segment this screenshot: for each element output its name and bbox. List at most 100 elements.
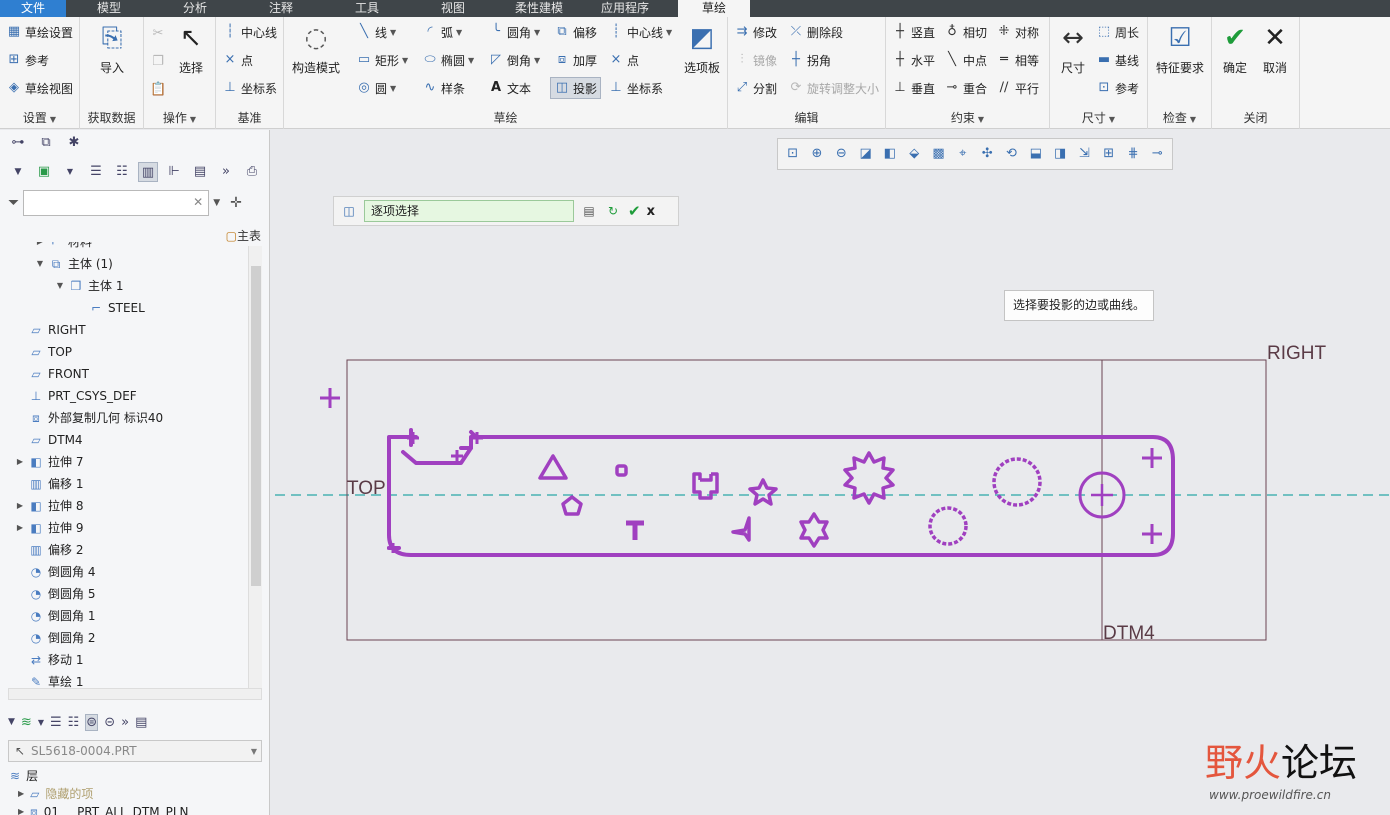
thicken-button[interactable]: ⧈ 加厚: [554, 49, 597, 71]
layer-collapse-chevron-icon[interactable]: ▼: [8, 717, 15, 727]
expand-chevron-icon[interactable]: ▼: [34, 253, 46, 275]
tree-item[interactable]: ◔ 倒圆角 2: [14, 627, 96, 649]
layer-item[interactable]: ≋ 层: [10, 766, 38, 786]
datum-display-icon[interactable]: ✣: [977, 143, 998, 165]
show-details-icon[interactable]: ⎙: [242, 162, 262, 182]
tree-item[interactable]: ⇄ 移动 1: [14, 649, 83, 671]
tree-item[interactable]: ⌐ STEEL: [74, 297, 145, 319]
datum-plane-frame[interactable]: [346, 359, 1267, 641]
ribbon-group-label-operations[interactable]: 操作 ▼: [144, 109, 215, 126]
menu-tab-flexible-modeling[interactable]: 柔性建模: [496, 0, 582, 17]
layer-settings-icon[interactable]: ▤: [135, 715, 147, 730]
palette-button[interactable]: ◩ 选项板: [682, 21, 722, 76]
display-style-icon[interactable]: ◧: [879, 143, 900, 165]
sketch-csys-button[interactable]: ⊥ 坐标系: [608, 77, 663, 99]
datum-point-button[interactable]: × 点: [222, 49, 253, 71]
datum-centerline-button[interactable]: ┆ 中心线: [222, 21, 277, 43]
spin-center-icon[interactable]: ⟲: [1001, 143, 1022, 165]
tree-item[interactable]: ▼ ⧉ 主体 (1): [34, 253, 113, 275]
menu-tab-model[interactable]: 模型: [66, 0, 152, 17]
perspective-icon[interactable]: ⌖: [952, 143, 973, 165]
graphics-window[interactable]: RIGHT TOP DTM4 ⊡ ⊕ ⊖ ◪ ◧ ⬙ ▩ ⌖ ✣ ⟲ ⬓ ◨ ⇲…: [271, 130, 1390, 815]
fillet-button[interactable]: ╰ 圆角 ▼: [488, 21, 540, 43]
tree-item[interactable]: ▶ ◧ 拉伸 8: [14, 495, 84, 517]
selection-collector[interactable]: 逐项选择: [364, 200, 574, 222]
layer-item[interactable]: ▶ ▱ 隐藏的项: [18, 784, 93, 804]
equal-constraint-button[interactable]: ═ 相等: [996, 49, 1039, 71]
tree-collapse-chevron-icon[interactable]: ▼: [8, 162, 28, 182]
tree-item[interactable]: ▶ ⌐ 材料: [34, 242, 92, 253]
tree-filter-icon[interactable]: ⊩: [164, 162, 184, 182]
references-button[interactable]: ⊞ 参考: [6, 49, 49, 71]
sketch-canvas[interactable]: [271, 130, 1390, 815]
layer-collapse-icon[interactable]: ☷: [68, 715, 80, 730]
menu-tab-view[interactable]: 视图: [410, 0, 496, 17]
tree-item[interactable]: ▥ 偏移 1: [14, 473, 83, 495]
clear-icon[interactable]: ✕: [193, 195, 203, 209]
sketch-setup-button[interactable]: ▦ 草绘设置: [6, 21, 73, 43]
dashboard-cancel-button[interactable]: x: [647, 204, 655, 219]
chamfer-button[interactable]: ◸ 倒角 ▼: [488, 49, 540, 71]
hexagram-shape[interactable]: [799, 512, 829, 548]
corner-button[interactable]: ┼ 拐角: [788, 49, 831, 71]
baseline-button[interactable]: ▬ 基线: [1096, 49, 1139, 71]
favorites-tab-icon[interactable]: ✱: [64, 134, 84, 152]
saved-orientations-icon[interactable]: ⬙: [904, 143, 925, 165]
gear-shape-small[interactable]: [928, 506, 968, 546]
tree-horizontal-scrollbar[interactable]: [8, 688, 262, 700]
datum-label-right[interactable]: RIGHT: [1267, 343, 1326, 365]
expand-chevron-icon[interactable]: ▼: [54, 275, 66, 297]
constraint-display-icon[interactable]: ⊞: [1098, 143, 1119, 165]
ribbon-group-label-constraints[interactable]: 约束 ▼: [886, 109, 1049, 126]
t-shape[interactable]: [626, 520, 644, 540]
part-outline[interactable]: [387, 435, 1175, 557]
delete-segment-button[interactable]: ⤫ 删除段: [788, 21, 843, 43]
construction-mode-button[interactable]: ◌ 构造模式: [290, 21, 342, 76]
tree-item[interactable]: ⊥ PRT_CSYS_DEF: [14, 385, 137, 407]
offset-button[interactable]: ⧉ 偏移: [554, 21, 597, 43]
layer-dropdown-icon[interactable]: ▼: [38, 718, 44, 727]
reference-dimension-button[interactable]: ⊡ 参考: [1096, 77, 1139, 99]
layer-expand-icon[interactable]: ☰: [50, 715, 62, 730]
pause-resume-icon[interactable]: ↻: [604, 202, 622, 220]
annotation-display-icon[interactable]: ⬓: [1025, 143, 1046, 165]
tree-item[interactable]: ◔ 倒圆角 4: [14, 561, 96, 583]
menu-tab-applications[interactable]: 应用程序: [582, 0, 668, 17]
tree-item[interactable]: ▱ FRONT: [14, 363, 89, 385]
datum-csys-button[interactable]: ⊥ 坐标系: [222, 77, 277, 99]
divide-button[interactable]: ⤢ 分割: [734, 77, 777, 99]
tree-columns-icon[interactable]: ▥: [138, 162, 158, 182]
sketch-point-button[interactable]: × 点: [608, 49, 639, 71]
vertical-constraint-button[interactable]: ┼ 竖直: [892, 21, 935, 43]
feature-requirements-button[interactable]: ☑ 特征要求: [1152, 21, 1208, 76]
notch-marker[interactable]: [459, 430, 478, 450]
menu-tab-annotate[interactable]: 注释: [238, 0, 324, 17]
tree-item[interactable]: ◔ 倒圆角 5: [14, 583, 96, 605]
expand-chevron-icon[interactable]: ▶: [18, 802, 24, 815]
layer-item[interactable]: ▶ ⧈ 01___PRT_ALL_DTM_PLN: [18, 802, 189, 815]
dashboard-ok-button[interactable]: ✔: [628, 202, 641, 220]
point-cross-lower[interactable]: [1142, 524, 1162, 544]
ellipse-button[interactable]: ⬭ 椭圆 ▼: [422, 49, 474, 71]
origin-cross[interactable]: [320, 388, 340, 408]
tree-search-input[interactable]: ✕: [23, 190, 210, 216]
layer-more-chevron-icon[interactable]: »: [121, 715, 129, 730]
triangle-shape[interactable]: [538, 454, 568, 480]
import-button[interactable]: ⎘ 导入: [94, 21, 130, 76]
options-list-icon[interactable]: ▤: [580, 202, 598, 220]
text-button[interactable]: A 文本: [488, 77, 531, 99]
spline-button[interactable]: ∿ 样条: [422, 77, 465, 99]
grid-display-icon[interactable]: ⋕: [1122, 143, 1143, 165]
pentagon-shape[interactable]: [561, 495, 583, 516]
menu-tab-file[interactable]: 文件: [0, 0, 66, 17]
select-button[interactable]: ↖ 选择: [174, 21, 208, 76]
repaint-icon[interactable]: ◪: [855, 143, 876, 165]
project-button[interactable]: ◫ 投影: [550, 77, 602, 99]
folder-browser-tab-icon[interactable]: ⧉: [36, 134, 56, 152]
horizontal-constraint-button[interactable]: ┼ 水平: [892, 49, 935, 71]
perimeter-button[interactable]: ⬚ 周长: [1096, 21, 1139, 43]
expand-chevron-icon[interactable]: ▶: [34, 242, 46, 253]
point-cross-top-left[interactable]: [407, 432, 419, 444]
parallel-constraint-button[interactable]: ∕∕ 平行: [996, 77, 1039, 99]
mirror-button[interactable]: ⫶ 镜像: [734, 49, 777, 71]
